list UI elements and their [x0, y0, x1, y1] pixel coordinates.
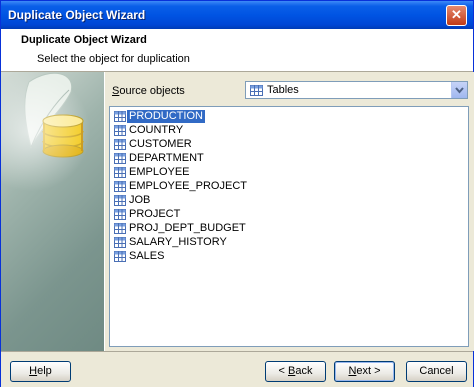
table-icon: [114, 167, 126, 178]
table-icon: [114, 125, 126, 136]
header-subtitle: Select the object for duplication: [37, 53, 190, 65]
table-icon: [250, 85, 263, 96]
wizard-header: Duplicate Object Wizard Select the objec…: [1, 29, 473, 72]
table-icon-wrap: [114, 167, 126, 182]
list-item-label: SALARY_HISTORY: [129, 236, 227, 248]
table-icon: [114, 139, 126, 150]
header-title: Duplicate Object Wizard: [21, 34, 147, 46]
table-icon: [114, 223, 126, 234]
wizard-window: Duplicate Object Wizard ✕ Duplicate Obje…: [0, 0, 474, 387]
table-icon-wrap: [114, 195, 126, 210]
table-icon-wrap: [114, 223, 126, 238]
table-icon-wrap: [114, 125, 126, 140]
wizard-side-image: [1, 72, 104, 351]
list-item-label: EMPLOYEE_PROJECT: [129, 180, 247, 192]
table-icon-wrap: [114, 181, 126, 196]
close-button[interactable]: ✕: [446, 5, 467, 26]
window-title: Duplicate Object Wizard: [8, 8, 146, 22]
table-icon: [114, 251, 126, 262]
list-item-label: JOB: [129, 194, 151, 206]
title-bar[interactable]: Duplicate Object Wizard ✕: [1, 1, 473, 29]
table-icon-wrap: [114, 139, 126, 154]
table-icon: [114, 153, 126, 164]
back-button[interactable]: < Back: [265, 361, 326, 382]
table-icon-wrap: [114, 209, 126, 224]
source-objects-list[interactable]: PRODUCTION COUNTRY CUSTOMER DEPARTMENT EMPLO…: [109, 106, 469, 347]
close-icon: ✕: [451, 7, 462, 22]
source-objects-dropdown[interactable]: Tables: [245, 81, 468, 99]
wizard-footer: Help < Back Next > Cancel: [1, 351, 473, 387]
list-item-label: PRODUCTION: [127, 110, 205, 123]
list-item-label: PROJ_DEPT_BUDGET: [129, 222, 246, 234]
table-icon-wrap: [114, 153, 126, 168]
table-icon: [114, 181, 126, 192]
list-item-label: SALES: [129, 250, 165, 262]
next-button[interactable]: Next >: [334, 361, 395, 382]
help-button[interactable]: Help: [10, 361, 71, 382]
list-item-label: PROJECT: [129, 208, 181, 220]
table-icon: [114, 237, 126, 248]
table-icon: [114, 195, 126, 206]
table-icon-wrap: [114, 237, 126, 252]
list-item-label: CUSTOMER: [129, 138, 192, 150]
table-icon: [114, 209, 126, 220]
source-objects-value: Tables: [267, 84, 299, 96]
dropdown-button[interactable]: [451, 82, 467, 98]
chevron-down-icon: [455, 87, 464, 94]
table-icon-wrap: [114, 111, 126, 126]
source-objects-label: Source objects: [112, 85, 185, 97]
list-item-label: EMPLOYEE: [129, 166, 190, 178]
wizard-content: Source objects Tables PRODUCTION COUNTRY C…: [104, 72, 474, 351]
table-icon: [114, 111, 126, 122]
cancel-button[interactable]: Cancel: [406, 361, 467, 382]
table-icon-wrap: [114, 251, 126, 266]
list-item-label: COUNTRY: [129, 124, 184, 136]
list-item-label: DEPARTMENT: [129, 152, 204, 164]
